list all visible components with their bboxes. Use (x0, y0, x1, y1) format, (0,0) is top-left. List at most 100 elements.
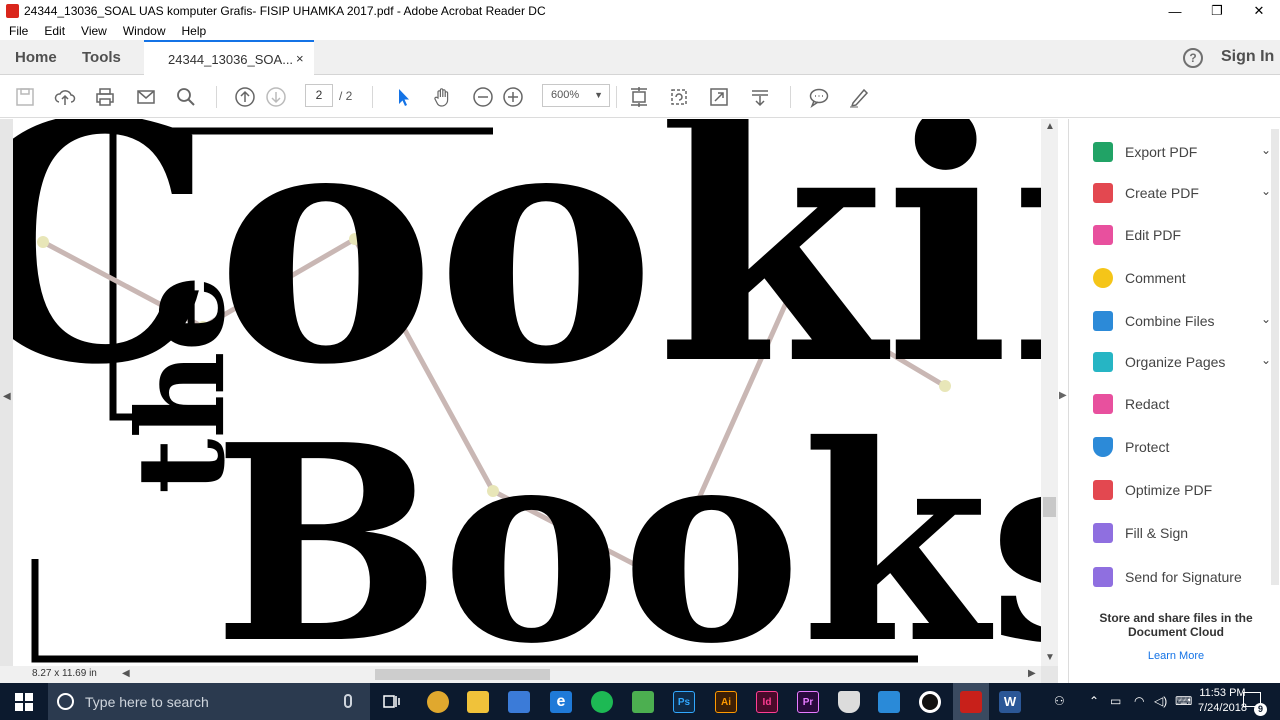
highlight-pen-icon[interactable] (848, 86, 870, 108)
tool-optimize-pdf[interactable]: Optimize PDF (1093, 478, 1212, 502)
help-icon[interactable]: ? (1183, 48, 1203, 68)
taskbar-clock[interactable]: 11:53 PM 7/24/2018 (1198, 686, 1247, 716)
scroll-left-icon[interactable]: ◀ (122, 668, 130, 679)
zoom-out-icon[interactable] (472, 86, 494, 108)
scroll-up-icon[interactable]: ▲ (1045, 121, 1055, 132)
menu-edit[interactable]: Edit (35, 22, 72, 40)
tab-document[interactable]: 24344_13036_SOA... × (144, 40, 314, 75)
tab-row: Home Tools 24344_13036_SOA... × (0, 40, 1280, 75)
scroll-down-icon[interactable]: ▼ (1045, 652, 1055, 663)
chevron-down-icon[interactable]: ⌄ (1261, 184, 1271, 198)
vertical-scrollbar[interactable]: ▲ ▼ (1041, 119, 1058, 666)
scrollbar-thumb[interactable] (1043, 497, 1056, 517)
tool-create-pdf[interactable]: Create PDF ⌄ (1093, 181, 1271, 205)
minimize-button[interactable]: — (1154, 0, 1196, 22)
optimize-pdf-icon (1093, 480, 1113, 500)
chevron-down-icon[interactable]: ⌄ (1261, 143, 1271, 157)
save-icon[interactable] (14, 86, 36, 108)
search-placeholder: Type here to search (85, 694, 209, 710)
vscode-icon[interactable] (878, 691, 900, 713)
select-cursor-icon[interactable] (392, 86, 414, 108)
hand-tool-icon[interactable] (432, 86, 454, 108)
taskbar-search[interactable]: Type here to search (48, 683, 370, 720)
tool-label: Comment (1125, 270, 1186, 286)
photoshop-icon[interactable]: Ps (673, 691, 695, 713)
chrome-icon[interactable] (427, 691, 449, 713)
tool-label: Fill & Sign (1125, 525, 1189, 541)
wifi-icon[interactable]: ◠ (1134, 694, 1144, 708)
security-shield-icon[interactable] (838, 691, 860, 713)
full-screen-icon[interactable] (708, 86, 730, 108)
scroll-right-icon[interactable]: ▶ (1028, 668, 1036, 679)
previous-page-icon[interactable] (234, 86, 256, 108)
rotate-page-icon[interactable] (668, 86, 690, 108)
word-icon[interactable]: W (999, 691, 1021, 713)
people-icon[interactable]: ⚇ (1054, 694, 1065, 708)
right-pane-toggle-icon[interactable]: ▶ (1059, 390, 1067, 401)
spotify-icon[interactable] (591, 691, 613, 713)
tool-organize-pages[interactable]: Organize Pages ⌄ (1093, 350, 1271, 374)
scroll-mode-icon[interactable] (749, 86, 771, 108)
sign-in-link[interactable]: Sign In (1221, 48, 1274, 66)
zoom-select[interactable]: 600% ▼ (542, 84, 610, 107)
battery-icon[interactable]: ▭ (1110, 694, 1121, 708)
document-tab-label: 24344_13036_SOA... (168, 52, 294, 67)
maximize-button[interactable]: ❐ (1196, 0, 1238, 22)
chevron-up-icon[interactable]: ⌃ (1089, 694, 1099, 708)
tool-combine-files[interactable]: Combine Files ⌄ (1093, 309, 1271, 333)
edge-icon[interactable]: e (550, 691, 572, 713)
close-button[interactable]: ✕ (1238, 0, 1280, 22)
taskbar: Type here to search e Ps Ai Id Pr W ⚇ ⌃ … (0, 683, 1280, 720)
page-number-input[interactable]: 2 (305, 84, 333, 107)
menu-view[interactable]: View (72, 22, 114, 40)
tool-redact[interactable]: Redact (1093, 392, 1169, 416)
indesign-icon[interactable]: Id (756, 691, 778, 713)
dropdown-caret-icon: ▼ (594, 90, 603, 100)
tab-home[interactable]: Home (15, 49, 57, 66)
windows-start-icon[interactable] (15, 693, 33, 711)
tool-fill-sign[interactable]: Fill & Sign (1093, 521, 1188, 545)
store-icon[interactable] (508, 691, 530, 713)
title-bar: 24344_13036_SOAL UAS komputer Grafis- FI… (0, 0, 1280, 22)
camtasia-icon[interactable] (632, 691, 654, 713)
screen-recorder-icon[interactable] (919, 691, 941, 713)
horizontal-scrollbar[interactable]: 8.27 x 11.69 in ◀ ▶ (0, 666, 1041, 683)
toolbar (0, 76, 1280, 118)
fit-page-icon[interactable] (628, 86, 650, 108)
scrollbar-thumb[interactable] (375, 669, 550, 680)
acrobat-icon[interactable] (960, 691, 982, 713)
illustrator-icon[interactable]: Ai (715, 691, 737, 713)
email-icon[interactable] (135, 86, 157, 108)
tool-edit-pdf[interactable]: Edit PDF (1093, 223, 1181, 247)
artwork-word-books: Books (213, 385, 1041, 666)
menu-help[interactable]: Help (173, 22, 214, 40)
tool-comment[interactable]: Comment (1093, 266, 1186, 290)
tool-send-for-signature[interactable]: Send for Signature (1093, 565, 1242, 589)
search-icon[interactable] (175, 86, 197, 108)
tools-pane-scrollbar[interactable] (1271, 129, 1279, 585)
next-page-icon[interactable] (265, 86, 287, 108)
upload-cloud-icon[interactable] (54, 86, 76, 108)
microphone-icon[interactable] (344, 694, 352, 708)
file-explorer-icon[interactable] (467, 691, 489, 713)
chevron-down-icon[interactable]: ⌄ (1261, 312, 1271, 326)
document-viewer[interactable]: ◀ Cooking the Books (0, 119, 1058, 683)
close-tab-icon[interactable]: × (296, 51, 304, 66)
chevron-down-icon[interactable]: ⌄ (1261, 353, 1271, 367)
left-pane-toggle-icon[interactable]: ◀ (3, 391, 11, 402)
language-icon[interactable]: ⌨ (1175, 694, 1192, 708)
volume-icon[interactable]: ◁) (1154, 694, 1167, 708)
menu-file[interactable]: File (0, 22, 35, 40)
zoom-in-icon[interactable] (502, 86, 524, 108)
tool-export-pdf[interactable]: Export PDF ⌄ (1093, 140, 1271, 164)
premiere-icon[interactable]: Pr (797, 691, 819, 713)
tool-label: Edit PDF (1125, 227, 1182, 243)
comment-icon[interactable] (808, 86, 830, 108)
print-icon[interactable] (94, 86, 116, 108)
menu-window[interactable]: Window (114, 22, 173, 40)
tool-protect[interactable]: Protect (1093, 435, 1169, 459)
edit-pdf-icon (1093, 225, 1113, 245)
tab-tools[interactable]: Tools (82, 49, 121, 66)
learn-more-link[interactable]: Learn More (1081, 650, 1271, 662)
task-view-icon[interactable] (383, 693, 401, 710)
